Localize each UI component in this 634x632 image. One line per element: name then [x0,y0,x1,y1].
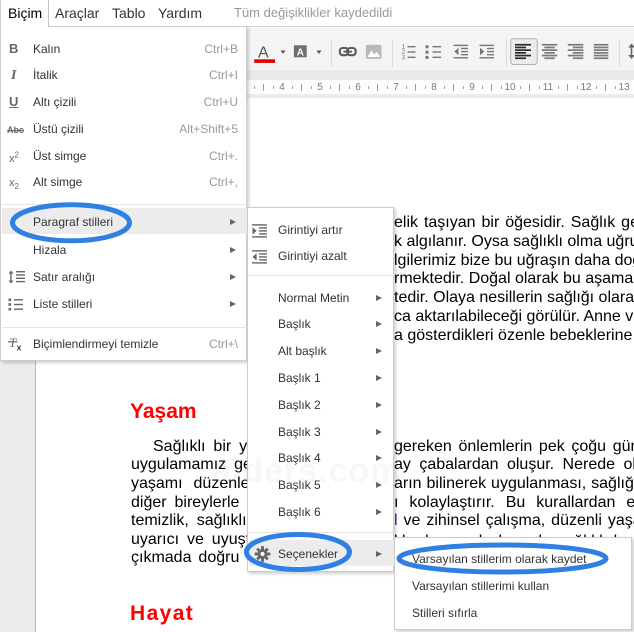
svg-text:x: x [17,342,22,352]
svg-text:A: A [258,45,269,62]
svg-text:3: 3 [402,55,406,62]
svg-text:A: A [297,47,304,58]
